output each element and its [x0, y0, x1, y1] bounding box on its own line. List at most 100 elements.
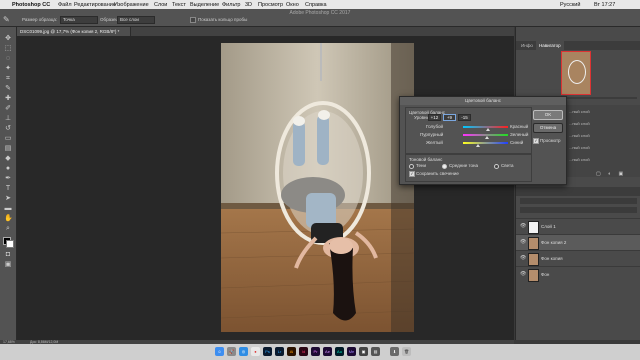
eye-icon[interactable]: 👁	[520, 256, 526, 261]
photo-illustration	[221, 43, 414, 332]
layer-filter-bar[interactable]	[520, 198, 637, 204]
sample-size-select[interactable]: Точка	[60, 16, 98, 24]
menu-edit[interactable]: Редактирование	[74, 2, 116, 8]
tab-info[interactable]: Инфо	[518, 41, 536, 50]
blur-tool-icon[interactable]: ◆	[4, 155, 12, 163]
eraser-tool-icon[interactable]: ▭	[4, 135, 12, 143]
eyedropper-icon[interactable]: ✎	[4, 85, 12, 93]
level-yellow-blue-input[interactable]: -15	[458, 114, 471, 121]
level-cyan-red-input[interactable]: +12	[428, 114, 441, 121]
healing-brush-icon[interactable]: ✚	[4, 95, 12, 103]
clone-stamp-icon[interactable]: ⊥	[4, 115, 12, 123]
level-magenta-green-input[interactable]: +9	[443, 114, 456, 121]
brush-tool-icon[interactable]: ✐	[4, 105, 12, 113]
audition-icon[interactable]: Au	[335, 347, 344, 356]
eye-icon[interactable]: 👁	[520, 272, 526, 277]
document-tab[interactable]: DSC01099.jpg @ 17,7% (Фон копия 2, RGB/8…	[17, 27, 131, 36]
shape-tool-icon[interactable]: ▬	[4, 205, 12, 213]
layer-row[interactable]: 👁 Слой 1	[516, 218, 640, 234]
menu-window[interactable]: Окно	[286, 2, 299, 8]
layer-thumbnail	[528, 221, 539, 234]
zoom-tool-icon[interactable]: ⌕	[4, 225, 12, 233]
eye-icon[interactable]: 👁	[520, 224, 526, 229]
magenta-green-slider-knob[interactable]	[485, 136, 489, 139]
lightroom-icon[interactable]: Lr	[275, 347, 284, 356]
menu-image[interactable]: Изображение	[114, 2, 149, 8]
layer-row-selected[interactable]: 👁 Фон копия 2	[516, 234, 640, 250]
chrome-icon[interactable]: ●	[251, 347, 260, 356]
gradient-tool-icon[interactable]: ▤	[4, 145, 12, 153]
preserve-luminosity-checkbox[interactable]: ✓	[409, 171, 415, 177]
pen-tool-icon[interactable]: ✒	[4, 175, 12, 183]
app-menu[interactable]: Photoshop CC	[12, 2, 50, 8]
tone-balance-group-label: Тоновой баланс	[409, 157, 443, 162]
quick-mask-icon[interactable]: ◘	[4, 251, 12, 259]
tone-midtones-radio[interactable]	[442, 164, 447, 169]
panel-item-label: ...ный слой	[569, 145, 590, 150]
app-icon[interactable]: ▤	[371, 347, 380, 356]
safari-icon[interactable]: ◎	[239, 347, 248, 356]
menu-type[interactable]: Текст	[172, 2, 186, 8]
input-source[interactable]: Русский	[560, 2, 580, 8]
lasso-tool-icon[interactable]: ◌	[4, 55, 12, 63]
menu-filter[interactable]: Фильтр	[222, 2, 240, 8]
menu-3d[interactable]: 3D	[245, 2, 252, 8]
sample-select[interactable]: Все слои	[117, 16, 155, 24]
hand-tool-icon[interactable]: ✋	[4, 215, 13, 223]
indesign-icon[interactable]: Id	[299, 347, 308, 356]
after-effects-icon[interactable]: Ae	[323, 347, 332, 356]
background-color-swatch[interactable]	[6, 240, 14, 248]
tone-shadows-radio[interactable]	[409, 164, 414, 169]
yellow-blue-slider[interactable]	[463, 142, 508, 144]
menu-layers[interactable]: Слои	[154, 2, 167, 8]
path-select-icon[interactable]: ➤	[4, 195, 12, 203]
menu-help[interactable]: Справка	[305, 2, 327, 8]
sample-size-label: Размер образца:	[22, 17, 58, 22]
app-icon[interactable]: ▣	[359, 347, 368, 356]
layer-name: Фон	[541, 272, 550, 277]
history-brush-icon[interactable]: ↺	[4, 125, 12, 133]
launchpad-icon[interactable]: 🚀	[227, 347, 236, 356]
layer-row[interactable]: 👁 Фон копия	[516, 250, 640, 266]
quick-select-tool-icon[interactable]: ✦	[4, 65, 12, 73]
cancel-button[interactable]: Отмена	[533, 123, 563, 133]
navigator-thumbnail[interactable]	[561, 51, 591, 95]
show-ring-checkbox[interactable]	[190, 17, 196, 23]
downloads-icon[interactable]: ⬇	[390, 347, 399, 356]
tone-highlights-radio[interactable]	[494, 164, 499, 169]
menu-select[interactable]: Выделение	[190, 2, 219, 8]
tools-panel: ✥ ⬚ ◌ ✦ ⌗ ✎ ✚ ✐ ⊥ ↺ ▭ ▤ ◆ ● ✒ T ➤ ▬ ✋ ⌕ …	[0, 27, 17, 340]
preview-checkbox[interactable]: ✓	[533, 138, 539, 144]
tab-navigator[interactable]: Навигатор	[536, 41, 564, 50]
media-encoder-icon[interactable]: Me	[347, 347, 356, 356]
premiere-icon[interactable]: Pr	[311, 347, 320, 356]
yellow-blue-slider-knob[interactable]	[476, 144, 480, 147]
slider-right-label: Синий	[510, 140, 524, 145]
layer-row[interactable]: 👁 Фон	[516, 266, 640, 282]
screen-mode-icon[interactable]: ▣	[4, 261, 12, 269]
photoshop-icon[interactable]: Ps	[263, 347, 272, 356]
eye-icon[interactable]: 👁	[520, 240, 526, 245]
trash-icon[interactable]: 🗑	[402, 347, 411, 356]
clock[interactable]: Вт 17:27	[594, 2, 615, 8]
document-image[interactable]	[221, 43, 414, 332]
layer-name: Фон копия 2	[541, 240, 567, 245]
panel-item-label: ...ный слой	[569, 157, 590, 162]
dodge-tool-icon[interactable]: ●	[4, 165, 12, 173]
type-tool-icon[interactable]: T	[4, 185, 12, 193]
move-tool-icon[interactable]: ✥	[4, 35, 12, 43]
crop-tool-icon[interactable]: ⌗	[4, 75, 12, 83]
tone-balance-group: Тоновой баланс Тени Средние тона Света ✓…	[405, 154, 532, 182]
eyedropper-tool-icon[interactable]: ✎	[3, 15, 11, 24]
menu-view[interactable]: Просмотр	[258, 2, 283, 8]
finder-icon[interactable]: ☺	[215, 347, 224, 356]
menu-file[interactable]: Файл	[58, 2, 72, 8]
cyan-red-slider-knob[interactable]	[486, 128, 490, 131]
panel-footer-icons[interactable]: ▢ ◐ ▣	[596, 171, 636, 177]
ok-button[interactable]: OK	[533, 110, 563, 120]
illustrator-icon[interactable]: Ai	[287, 347, 296, 356]
layer-thumbnail	[528, 269, 539, 282]
panel-item-label: ...ный слой	[569, 109, 590, 114]
blend-mode-bar[interactable]	[520, 207, 637, 213]
marquee-tool-icon[interactable]: ⬚	[4, 45, 12, 53]
